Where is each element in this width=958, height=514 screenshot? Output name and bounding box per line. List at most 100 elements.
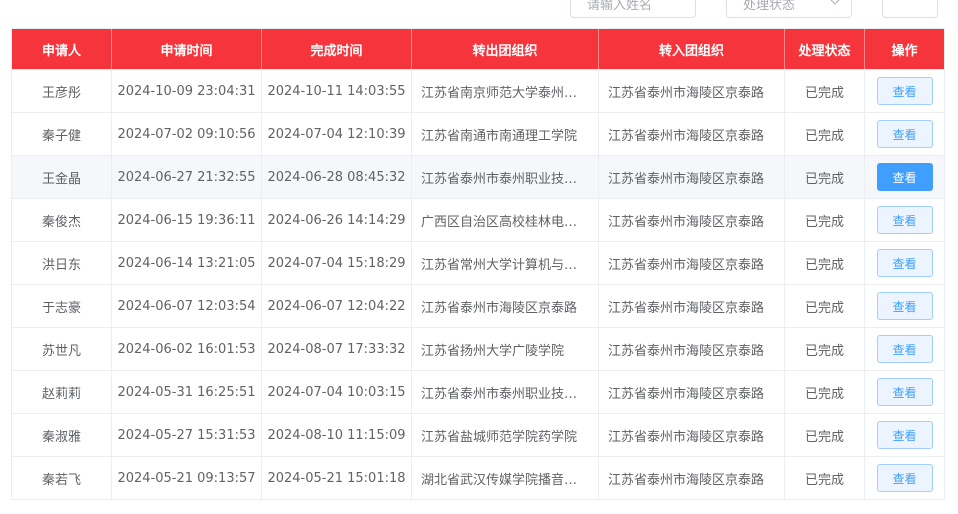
status-text: 已完成: [804, 85, 844, 101]
name-search-placeholder: 请输入姓名: [587, 0, 653, 13]
applicant-cell: 秦子健: [12, 113, 112, 155]
applicant-cell: 王彦彤: [12, 70, 112, 112]
status-cell: 已完成: [785, 242, 865, 284]
applicant-name: 秦俊杰: [41, 214, 81, 230]
applicant-name: 苏世凡: [41, 343, 81, 359]
from-org-cell: 广西区自治区高校桂林电子科技大学: [412, 199, 599, 241]
view-button[interactable]: 查看: [876, 292, 933, 320]
view-button[interactable]: 查看: [876, 249, 933, 277]
from-org-cell: 江苏省扬州大学广陵学院: [412, 328, 599, 370]
applicant-name: 秦若飞: [41, 472, 81, 488]
apply-time-cell: 2024-07-02 09:10:56: [112, 113, 262, 155]
table-row[interactable]: 秦淑雅 2024-05-27 15:31:53 2024-08-10 11:15:0…: [12, 413, 944, 456]
apply-time: 2024-10-09 23:04:31: [117, 83, 256, 99]
status-select-placeholder: 处理状态: [743, 0, 796, 13]
header-from-org[interactable]: 转出团组织: [412, 29, 599, 69]
view-button[interactable]: 查看: [876, 206, 933, 234]
table-row[interactable]: 洪日东 2024-06-14 13:21:05 2024-07-04 15:18:2…: [12, 241, 944, 284]
from-org-cell: 江苏省盐城师范学院药学院: [412, 414, 599, 456]
table-row[interactable]: 苏世凡 2024-06-02 16:01:53 2024-08-07 17:33:3…: [12, 327, 944, 370]
status-text: 已完成: [804, 386, 844, 402]
apply-time-cell: 2024-06-14 13:21:05: [112, 242, 262, 284]
name-search-input[interactable]: 请输入姓名: [570, 0, 696, 18]
table-row[interactable]: 王金晶 2024-06-27 21:32:55 2024-06-28 08:45:3…: [12, 155, 944, 198]
from-org-cell: 江苏省泰州市泰州职业技术学院: [412, 156, 599, 198]
applicant-cell: 苏世凡: [12, 328, 112, 370]
from-org-cell: 江苏省泰州市海陵区京泰路: [412, 285, 599, 327]
status-text: 已完成: [804, 429, 844, 445]
to-org: 江苏省泰州市海陵区京泰路: [608, 300, 765, 316]
apply-time-cell: 2024-06-27 21:32:55: [112, 156, 262, 198]
view-button[interactable]: 查看: [876, 464, 933, 492]
status-cell: 已完成: [785, 414, 865, 456]
applicant-cell: 赵莉莉: [12, 371, 112, 413]
header-applicant[interactable]: 申请人: [12, 29, 112, 69]
action-cell: 查看: [865, 70, 944, 112]
applicant-name: 王彦彤: [41, 85, 81, 101]
table-row[interactable]: 秦子健 2024-07-02 09:10:56 2024-07-04 12:10:3…: [12, 112, 944, 155]
status-cell: 已完成: [785, 328, 865, 370]
action-cell: 查看: [865, 113, 944, 155]
action-cell: 查看: [865, 285, 944, 327]
to-org: 江苏省泰州市海陵区京泰路: [608, 429, 765, 445]
done-time-cell: 2024-07-04 15:18:29: [262, 242, 412, 284]
applicant-cell: 于志豪: [12, 285, 112, 327]
table-row[interactable]: 秦若飞 2024-05-21 09:13:57 2024-05-21 15:01:1…: [12, 456, 944, 499]
done-time: 2024-10-11 14:03:55: [267, 83, 406, 99]
view-button[interactable]: 查看: [876, 163, 933, 191]
header-status[interactable]: 处理状态: [785, 29, 865, 69]
to-org-cell: 江苏省泰州市海陵区京泰路: [599, 113, 785, 155]
apply-time-cell: 2024-05-21 09:13:57: [112, 457, 262, 499]
view-button[interactable]: 查看: [876, 335, 933, 363]
status-text: 已完成: [804, 128, 844, 144]
view-button[interactable]: 查看: [876, 120, 933, 148]
apply-time: 2024-06-15 19:36:11: [117, 212, 256, 228]
done-time-cell: 2024-10-11 14:03:55: [262, 70, 412, 112]
status-text: 已完成: [804, 214, 844, 230]
done-time: 2024-07-04 10:03:15: [267, 384, 406, 400]
done-time-cell: 2024-06-26 14:14:29: [262, 199, 412, 241]
done-time: 2024-06-28 08:45:32: [267, 169, 406, 185]
from-org-cell: 江苏省南京师范大学泰州学院: [412, 70, 599, 112]
status-cell: 已完成: [785, 156, 865, 198]
to-org: 江苏省泰州市海陵区京泰路: [608, 85, 765, 101]
header-done-time[interactable]: 完成时间: [262, 29, 412, 69]
action-cell: 查看: [865, 199, 944, 241]
table-row[interactable]: 秦俊杰 2024-06-15 19:36:11 2024-06-26 14:14:2…: [12, 198, 944, 241]
view-button[interactable]: 查看: [876, 77, 933, 105]
to-org-cell: 江苏省泰州市海陵区京泰路: [599, 328, 785, 370]
table-row[interactable]: 于志豪 2024-06-07 12:03:54 2024-06-07 12:04:2…: [12, 284, 944, 327]
from-org-cell: 湖北省武汉传媒学院播音主持学院: [412, 457, 599, 499]
action-cell: 查看: [865, 457, 944, 499]
done-time: 2024-08-10 11:15:09: [267, 427, 406, 443]
search-button[interactable]: [882, 0, 938, 18]
applicant-cell: 秦淑雅: [12, 414, 112, 456]
status-cell: 已完成: [785, 113, 865, 155]
apply-time: 2024-06-02 16:01:53: [117, 341, 256, 357]
done-time-cell: 2024-05-21 15:01:18: [262, 457, 412, 499]
to-org-cell: 江苏省泰州市海陵区京泰路: [599, 457, 785, 499]
from-org: 江苏省泰州市泰州职业技术学院: [421, 386, 579, 402]
table-row[interactable]: 赵莉莉 2024-05-31 16:25:51 2024-07-04 10:03:1…: [12, 370, 944, 413]
to-org-cell: 江苏省泰州市海陵区京泰路: [599, 285, 785, 327]
status-text: 已完成: [804, 300, 844, 316]
done-time: 2024-06-07 12:04:22: [267, 298, 406, 314]
apply-time-cell: 2024-10-09 23:04:31: [112, 70, 262, 112]
table-row[interactable]: 王彦彤 2024-10-09 23:04:31 2024-10-11 14:03:5…: [12, 69, 944, 112]
applicant-cell: 王金晶: [12, 156, 112, 198]
from-org-cell: 江苏省南通市南通理工学院: [412, 113, 599, 155]
header-apply-time[interactable]: 申请时间: [112, 29, 262, 69]
from-org-cell: 江苏省常州大学计算机与人工智能学院: [412, 242, 599, 284]
view-button[interactable]: 查看: [876, 378, 933, 406]
to-org-cell: 江苏省泰州市海陵区京泰路: [599, 371, 785, 413]
done-time-cell: 2024-08-07 17:33:32: [262, 328, 412, 370]
apply-time: 2024-05-27 15:31:53: [117, 427, 256, 443]
apply-time: 2024-06-14 13:21:05: [117, 255, 256, 271]
header-to-org[interactable]: 转入团组织: [599, 29, 785, 69]
apply-time: 2024-05-31 16:25:51: [117, 384, 256, 400]
view-button[interactable]: 查看: [876, 421, 933, 449]
status-select[interactable]: 处理状态: [726, 0, 852, 18]
done-time-cell: 2024-07-04 12:10:39: [262, 113, 412, 155]
to-org-cell: 江苏省泰州市海陵区京泰路: [599, 70, 785, 112]
apply-time-cell: 2024-06-15 19:36:11: [112, 199, 262, 241]
